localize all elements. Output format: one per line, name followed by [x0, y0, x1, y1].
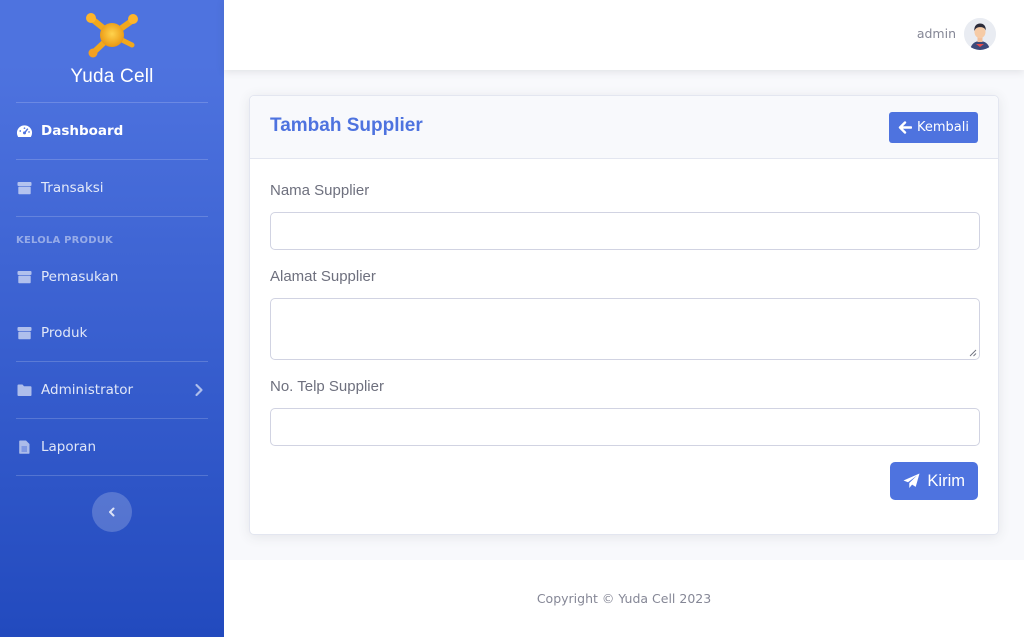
sidebar-item-pemasukan[interactable]: Pemasukan [16, 267, 208, 287]
submit-button[interactable]: Kirim [890, 462, 978, 500]
sidebar-divider [16, 216, 208, 217]
page-title: Tambah Supplier [270, 115, 423, 136]
sidebar-divider [16, 475, 208, 476]
supplier-name-input[interactable] [270, 212, 980, 250]
supplier-phone-input[interactable] [270, 408, 980, 446]
sidebar-divider [16, 159, 208, 160]
folder-icon [17, 384, 32, 396]
sidebar-item-dashboard[interactable]: Dashboard [16, 121, 208, 141]
sidebar-divider [16, 102, 208, 103]
sidebar-item-label: Dashboard [41, 123, 124, 139]
sidebar-divider [16, 361, 208, 362]
file-icon [19, 440, 30, 454]
resize-handle-icon[interactable] [969, 349, 977, 357]
brand-name: Yuda Cell [70, 66, 154, 87]
add-supplier-card: Tambah Supplier Kembali Nama Supplier Al… [249, 95, 999, 535]
user-name[interactable]: admin [917, 26, 956, 41]
sidebar-heading: KELOLA PRODUK [16, 235, 113, 246]
sidebar-item-produk[interactable]: Produk [16, 323, 208, 343]
supplier-address-textarea[interactable] [270, 298, 980, 360]
chevron-right-icon [195, 383, 203, 397]
box-icon [17, 327, 32, 340]
brand[interactable]: Yuda Cell [0, 0, 224, 102]
avatar[interactable] [964, 18, 996, 50]
sidebar-divider [16, 418, 208, 419]
brand-logo-icon [86, 13, 138, 58]
sidebar-item-label: Pemasukan [41, 269, 119, 285]
back-button[interactable]: Kembali [889, 112, 978, 143]
arrow-left-icon [898, 121, 913, 134]
sidebar-item-laporan[interactable]: Laporan [16, 437, 208, 457]
paper-plane-icon [903, 473, 920, 488]
supplier-name-label: Nama Supplier [270, 182, 370, 199]
sidebar-item-label: Produk [41, 325, 88, 341]
chevron-left-icon [109, 507, 115, 517]
user-avatar-icon [964, 18, 996, 50]
sidebar: Yuda Cell Dashboard Transaksi KELOLA PRO… [0, 0, 224, 637]
tachometer-icon [16, 125, 33, 137]
box-icon [17, 182, 32, 195]
sidebar-item-label: Laporan [41, 439, 97, 455]
sidebar-toggle-button[interactable] [92, 492, 132, 532]
box-icon [17, 271, 32, 284]
back-button-label: Kembali [917, 120, 969, 135]
sidebar-item-transaksi[interactable]: Transaksi [16, 178, 208, 198]
sidebar-item-label: Administrator [41, 382, 134, 398]
topbar: admin [224, 0, 1024, 70]
footer: Copyright © Yuda Cell 2023 [224, 560, 1024, 637]
card-header: Tambah Supplier Kembali [250, 96, 998, 159]
sidebar-item-administrator[interactable]: Administrator [16, 380, 208, 400]
sidebar-item-label: Transaksi [41, 180, 104, 196]
supplier-address-label: Alamat Supplier [270, 268, 376, 285]
copyright-text: Copyright © Yuda Cell 2023 [536, 591, 712, 606]
submit-button-label: Kirim [927, 471, 965, 490]
supplier-phone-label: No. Telp Supplier [270, 378, 384, 395]
